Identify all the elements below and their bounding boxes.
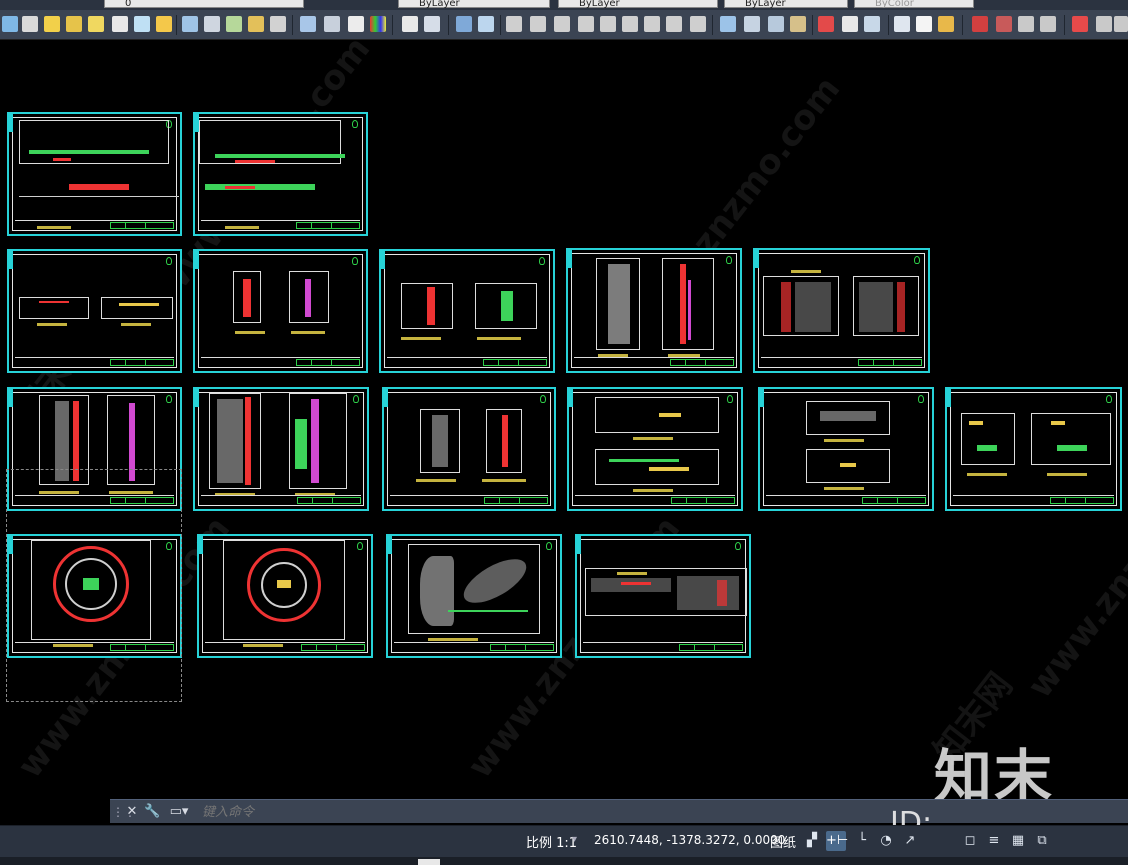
linetype-combo[interactable]: ByLayer (558, 0, 718, 9)
text-style-icon[interactable] (690, 16, 706, 32)
drag-grip-icon[interactable]: ⋮⋮ (112, 804, 136, 820)
find-icon[interactable] (424, 16, 440, 32)
align-icon[interactable] (1096, 16, 1112, 32)
annotation-scale[interactable]: 比例 1:1 (526, 832, 577, 851)
layer-merge-icon[interactable] (270, 16, 286, 32)
dim-baseline-icon[interactable] (578, 16, 594, 32)
polar-tracking-icon[interactable]: ◔ (876, 831, 896, 851)
plotstyle-value: ByColor (875, 0, 914, 9)
color-value: ByLayer (419, 0, 460, 9)
layout-sheet[interactable] (7, 249, 182, 373)
layer-combo[interactable]: 0 (104, 0, 304, 9)
transparency-icon[interactable]: ▦ (1008, 831, 1028, 851)
dim-dropdown-icon[interactable] (666, 16, 682, 32)
linetype-value: ByLayer (579, 0, 620, 9)
layout-sheet[interactable] (386, 534, 562, 658)
taskbar-strip (0, 857, 1128, 865)
dim-linear-icon[interactable] (506, 16, 522, 32)
status-bar: 比例 1:1 ▾ 2610.7448, -1378.3272, 0.0000 图… (0, 825, 1128, 857)
command-input[interactable] (202, 803, 902, 821)
viewport-icon[interactable] (478, 16, 494, 32)
grid-display-icon[interactable]: ▞ (802, 831, 822, 851)
color-combo[interactable]: ByLayer (398, 0, 550, 9)
dim-angular-icon[interactable] (554, 16, 570, 32)
layer-match-icon[interactable] (182, 16, 198, 32)
paper-space-toggle[interactable]: 图纸 (770, 832, 796, 851)
layout-sheet[interactable] (567, 387, 743, 511)
columns-icon[interactable] (456, 16, 472, 32)
explode-icon[interactable] (1072, 16, 1088, 32)
main-toolbar (0, 10, 1128, 40)
join-icon[interactable] (1040, 16, 1056, 32)
snowflake-icon[interactable] (112, 16, 128, 32)
isodraft-icon[interactable]: ↗ (900, 831, 920, 851)
layer-copy-icon[interactable] (324, 16, 340, 32)
lineweight-value: ByLayer (745, 0, 786, 9)
layout-sheet[interactable] (566, 248, 742, 373)
layout-sheet[interactable] (197, 534, 373, 658)
dim-aligned-icon[interactable] (530, 16, 546, 32)
point-array-icon[interactable] (996, 16, 1012, 32)
drawing-canvas[interactable]: www.znzmo.com www.znzmo.com www.znzmo.co… (0, 29, 1128, 799)
window-tile-icon[interactable] (894, 16, 910, 32)
layer-previous-icon[interactable] (204, 16, 220, 32)
plotstyle-combo[interactable]: ByColor (854, 0, 974, 9)
dim-continue-icon[interactable] (600, 16, 616, 32)
lightbulb-icon[interactable] (44, 16, 60, 32)
dim-diameter-icon[interactable] (644, 16, 660, 32)
bar-graph-icon[interactable] (938, 16, 954, 32)
layer-walk-icon[interactable] (226, 16, 242, 32)
properties-toolbar: 0 ByLayer ByLayer ByLayer ByColor (0, 0, 1128, 10)
selection-window (6, 469, 182, 702)
lineweight-icon[interactable]: ≡ (984, 831, 1004, 851)
object-snap-icon[interactable]: ◻ (960, 831, 980, 851)
coordinates-readout: 2610.7448, -1378.3272, 0.0000 (594, 833, 786, 847)
square-dot-icon[interactable] (916, 16, 932, 32)
eye-icon[interactable] (864, 16, 880, 32)
layout-sheet[interactable] (193, 112, 368, 236)
wrench-icon[interactable]: 🔧 (144, 804, 160, 820)
layer-stack-icon[interactable] (300, 16, 316, 32)
layout-sheet[interactable] (379, 249, 555, 373)
command-prompt-icon[interactable]: ▭▾ (168, 804, 190, 820)
grid-icon[interactable] (348, 16, 364, 32)
scale-dropdown-icon[interactable]: ▾ (572, 834, 577, 845)
layout-sheet[interactable] (193, 387, 369, 511)
layer-lock-icon[interactable] (248, 16, 264, 32)
layer-on-icon[interactable] (66, 16, 82, 32)
array-icon[interactable] (972, 16, 988, 32)
close-icon[interactable]: ✕ (124, 804, 140, 820)
layout-sheet[interactable] (193, 249, 368, 373)
layer-freeze-icon[interactable] (88, 16, 104, 32)
block-editor-icon[interactable] (402, 16, 418, 32)
color-palette-icon[interactable] (370, 16, 386, 32)
pencil-icon[interactable] (842, 16, 858, 32)
layout-sheet[interactable] (382, 387, 556, 511)
layout-sheet[interactable] (575, 534, 751, 658)
field-icon[interactable] (744, 16, 760, 32)
render-icon[interactable] (818, 16, 834, 32)
more-tools-icon[interactable] (1114, 16, 1128, 32)
house-icon[interactable] (790, 16, 806, 32)
layer-thaw-icon[interactable] (134, 16, 150, 32)
lineweight-combo[interactable]: ByLayer (724, 0, 848, 9)
hatch-icon[interactable] (768, 16, 784, 32)
ortho-mode-icon[interactable]: └ (852, 831, 872, 851)
snap-mode-icon[interactable]: +⊢ (826, 831, 848, 851)
table-icon[interactable] (720, 16, 736, 32)
dim-radius-icon[interactable] (622, 16, 638, 32)
layout-sheet[interactable] (945, 387, 1122, 511)
layout-sheet[interactable] (7, 112, 182, 236)
layout-sheet[interactable] (753, 248, 930, 373)
layout-sheet[interactable] (758, 387, 934, 511)
autocad-window: 0 ByLayer ByLayer ByLayer ByColor www.zn… (0, 0, 1128, 865)
sun-icon[interactable] (156, 16, 172, 32)
layer-value: 0 (125, 0, 132, 9)
rotate-icon[interactable] (1018, 16, 1034, 32)
layer-state-icon[interactable] (2, 16, 18, 32)
selection-cycling-icon[interactable]: ⧉ (1032, 831, 1052, 851)
layer-isolate-icon[interactable] (22, 16, 38, 32)
